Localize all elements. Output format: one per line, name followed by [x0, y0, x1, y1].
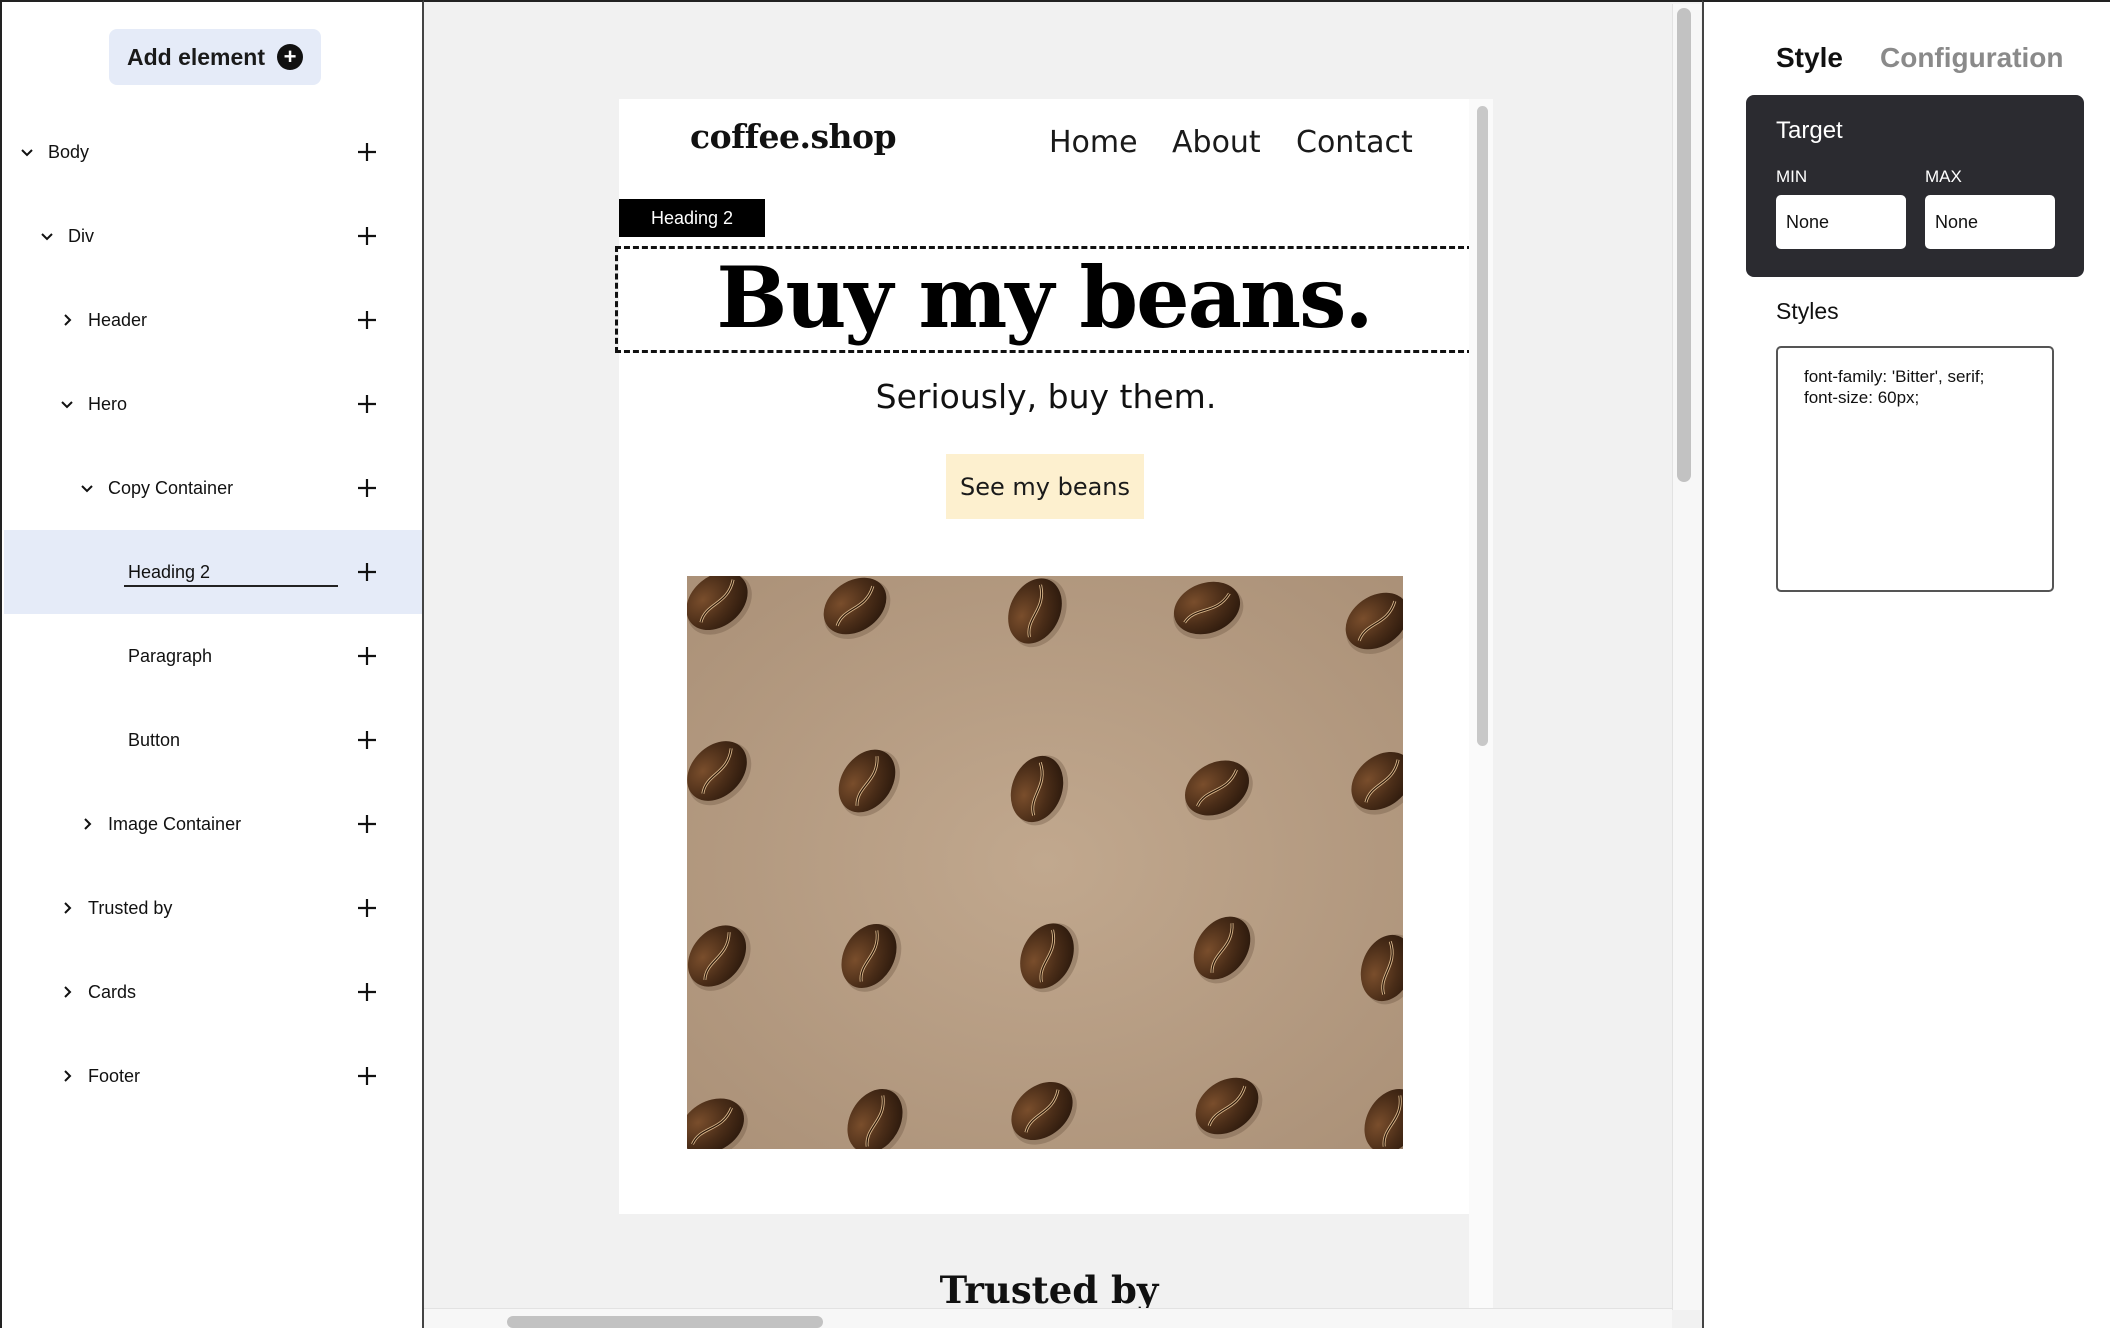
max-breakpoint-input[interactable]	[1925, 195, 2055, 249]
element-tree-panel: Add element + Body Div Header Hero Copy …	[0, 0, 424, 1328]
target-title: Target	[1776, 117, 1843, 144]
chevron-right-icon[interactable]	[57, 982, 77, 1002]
plus-icon[interactable]	[352, 641, 382, 671]
chevron-down-icon[interactable]	[17, 142, 37, 162]
tree-item-body[interactable]: Body	[4, 110, 422, 194]
hero-heading[interactable]: Buy my beans.	[716, 255, 1373, 340]
selection-tag: Heading 2	[619, 199, 765, 237]
tree-item-image-container[interactable]: Image Container	[4, 782, 422, 866]
tree-item-heading-2[interactable]: Heading 2	[4, 530, 422, 614]
plus-icon[interactable]	[352, 893, 382, 923]
hero-subtitle[interactable]: Seriously, buy them.	[619, 377, 1473, 416]
selected-underline	[124, 585, 338, 587]
min-label: MIN	[1776, 167, 1808, 186]
tree-item-label: Trusted by	[88, 897, 173, 918]
tree-item-cards[interactable]: Cards	[4, 950, 422, 1034]
chevron-right-icon[interactable]	[77, 814, 97, 834]
site-logo[interactable]: coffee.shop	[690, 117, 897, 156]
styles-label: Styles	[1776, 298, 1839, 324]
chevron-right-icon[interactable]	[57, 898, 77, 918]
plus-icon[interactable]	[352, 473, 382, 503]
hero-image[interactable]	[687, 576, 1403, 1149]
styles-editor[interactable]: font-family: 'Bitter', serif; font-size:…	[1776, 346, 2054, 592]
tree-item-copy-container[interactable]: Copy Container	[4, 446, 422, 530]
chevron-right-icon[interactable]	[57, 310, 77, 330]
trusted-by-heading[interactable]: Trusted by	[619, 1268, 1479, 1312]
nav-link-about[interactable]: About	[1172, 125, 1261, 160]
add-element-button[interactable]: Add element +	[109, 29, 321, 85]
tab-configuration[interactable]: Configuration	[1880, 42, 2064, 74]
tree-item-label: Body	[48, 141, 90, 162]
tree-item-label: Heading 2	[128, 561, 211, 582]
max-label: MAX	[1925, 167, 1962, 186]
chevron-down-icon[interactable]	[77, 478, 97, 498]
tree-item-label: Button	[128, 729, 181, 750]
tree-item-label: Hero	[88, 393, 128, 414]
plus-icon[interactable]	[352, 1061, 382, 1091]
min-breakpoint-input[interactable]	[1776, 195, 1906, 249]
tree-item-hero[interactable]: Hero	[4, 362, 422, 446]
tree-item-label: Header	[88, 309, 148, 330]
canvas-vertical-scrollbar-thumb[interactable]	[1677, 8, 1691, 482]
plus-icon[interactable]	[352, 557, 382, 587]
canvas-horizontal-scrollbar-thumb[interactable]	[507, 1316, 823, 1328]
plus-icon[interactable]	[352, 977, 382, 1007]
tree-item-label: Div	[68, 225, 94, 246]
page-preview: coffee.shop Home About Contact Heading 2…	[615, 99, 1479, 1214]
tab-style[interactable]: Style	[1776, 42, 1843, 74]
tree-item-label: Cards	[88, 981, 137, 1002]
tree-item-label: Copy Container	[108, 477, 234, 498]
nav-link-home[interactable]: Home	[1049, 125, 1138, 160]
selected-element-outline[interactable]: Buy my beans.	[615, 246, 1473, 353]
tree-item-label: Paragraph	[128, 645, 213, 666]
nav-link-contact[interactable]: Contact	[1296, 125, 1413, 160]
properties-panel: Style Configuration Target MIN MAX Style…	[1702, 0, 2110, 1328]
plus-circle-icon: +	[277, 44, 304, 70]
editor-canvas: coffee.shop Home About Contact Heading 2…	[424, 0, 1702, 1328]
chevron-right-icon[interactable]	[57, 1066, 77, 1086]
tree-item-label: Footer	[88, 1065, 141, 1086]
plus-icon[interactable]	[352, 305, 382, 335]
coffee-beans-image	[687, 576, 1403, 1149]
plus-icon[interactable]	[352, 221, 382, 251]
tree-item-button[interactable]: Button	[4, 698, 422, 782]
tree-item-footer[interactable]: Footer	[4, 1034, 422, 1118]
tree-item-header[interactable]: Header	[4, 278, 422, 362]
plus-icon[interactable]	[352, 389, 382, 419]
plus-icon[interactable]	[352, 137, 382, 167]
tree-item-paragraph[interactable]: Paragraph	[4, 614, 422, 698]
plus-icon[interactable]	[352, 809, 382, 839]
hero-cta-button[interactable]: See my beans	[946, 454, 1144, 519]
tree-item-trusted-by[interactable]: Trusted by	[4, 866, 422, 950]
target-breakpoint-panel: Target MIN MAX	[1746, 95, 2084, 277]
chevron-down-icon[interactable]	[57, 394, 77, 414]
add-element-label: Add element	[126, 43, 266, 70]
tree-item-label: Image Container	[108, 813, 242, 834]
preview-scrollbar-thumb[interactable]	[1477, 106, 1488, 746]
chevron-down-icon[interactable]	[37, 226, 57, 246]
plus-icon[interactable]	[352, 725, 382, 755]
tree-item-div[interactable]: Div	[4, 194, 422, 278]
